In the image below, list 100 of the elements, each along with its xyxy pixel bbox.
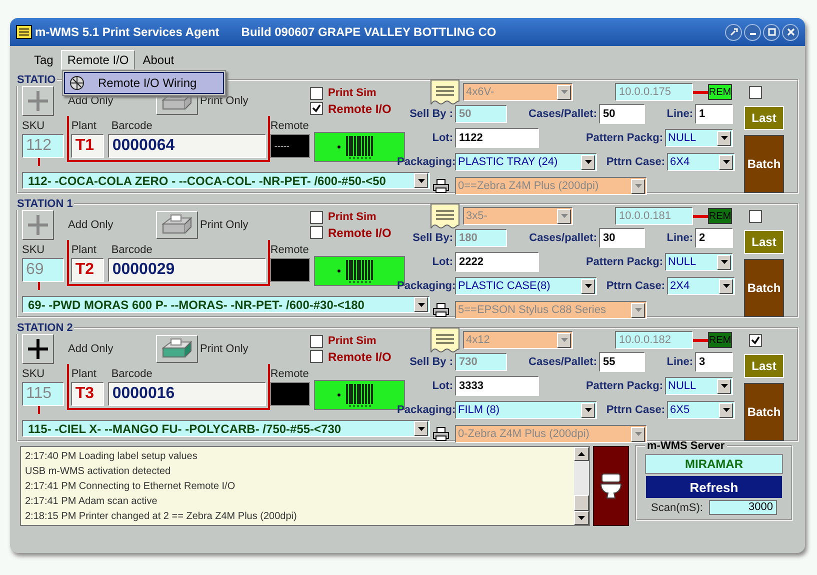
pttrn-case-label: Pttrn Case: [605, 280, 666, 292]
product-dropdown[interactable]: 69- -PWD MORAS 600 P- --MORAS- -NR-PET- /600-#30-<180 [22, 296, 430, 313]
packaging-dropdown[interactable]: PLASTIC CASE(8) [455, 277, 597, 295]
lot-field[interactable]: 3333 [455, 376, 539, 396]
plant-label: Plant [71, 120, 98, 134]
station-title: STATIO [16, 74, 57, 86]
menu-item[interactable]: Tag [28, 50, 60, 70]
line-field[interactable]: 3 [695, 352, 733, 372]
pttrn-case-dropdown[interactable]: 6X4 [667, 153, 735, 171]
log-line: 2:17:41 PM Adam scan active [25, 495, 158, 509]
last-button[interactable]: Last [744, 106, 784, 130]
scan-field[interactable]: 3000 [708, 500, 777, 515]
options-button[interactable] [725, 24, 742, 40]
last-button[interactable]: Last [744, 354, 784, 378]
menu-item[interactable]: About [136, 50, 180, 70]
print-button[interactable] [156, 211, 198, 239]
product-dropdown[interactable]: 112- -COCA-COLA ZERO - --COCA-COL- -NR-PET- /600-#50-<50 [22, 172, 430, 189]
print-only-label: Print Only [200, 95, 250, 107]
checkbox[interactable] [310, 210, 323, 224]
checkbox-label: Print Sim [328, 87, 376, 99]
line-field[interactable]: 2 [695, 228, 733, 248]
cases-pallet-field[interactable]: 50 [599, 104, 645, 124]
station-title: STATION 1 [16, 198, 74, 210]
scrollbar[interactable] [574, 447, 589, 525]
lot-field[interactable]: 2222 [455, 252, 539, 272]
remote-label: Remote [270, 120, 310, 134]
refresh-button[interactable]: Refresh [646, 476, 782, 498]
close-icon [786, 28, 794, 36]
batch-button[interactable]: Batch [744, 135, 784, 193]
label-icon [430, 327, 460, 353]
lot-field[interactable]: 1122 [455, 128, 539, 148]
minimize-button[interactable] [744, 24, 761, 40]
plant-field[interactable]: T3 [71, 382, 104, 406]
close-button[interactable] [782, 24, 799, 40]
log-line: USB m-WMS activation detected [25, 465, 172, 479]
print-button[interactable] [156, 335, 198, 363]
checkbox[interactable] [749, 210, 762, 222]
packaging-label: Packaging: [397, 404, 455, 416]
checkbox[interactable] [749, 334, 762, 346]
pattern-packg-dropdown[interactable]: NULL [665, 129, 733, 147]
plant-label: Plant [71, 244, 98, 258]
log-line: 2:17:40 PM Loading label setup values [25, 450, 198, 464]
menu-option[interactable]: Remote I/O Wiring [64, 72, 224, 94]
checkbox-label: Remote I/O [328, 226, 392, 240]
print-only-label: Print Only [200, 343, 250, 355]
pttrn-case-dropdown[interactable]: 2X4 [667, 277, 735, 295]
icon-button[interactable] [593, 446, 629, 526]
packaging-dropdown[interactable]: FILM (8) [455, 401, 597, 419]
maximize-button[interactable] [763, 24, 780, 40]
checkbox-label: Print Sim [328, 211, 376, 223]
scroll-thumb[interactable] [574, 495, 589, 511]
checkbox[interactable] [310, 226, 323, 239]
plant-field[interactable]: T1 [71, 134, 104, 158]
cases-pallet-label: Cases/Pallet: [528, 108, 598, 120]
last-button[interactable]: Last [744, 230, 784, 254]
remote-display: ----- [270, 134, 310, 158]
sell-by-label: Sell By : [408, 108, 454, 120]
check-icon [751, 336, 760, 344]
remote-label: Remote [270, 368, 310, 382]
packaging-dropdown[interactable]: PLASTIC TRAY (24) [455, 153, 597, 171]
pattern-packg-dropdown[interactable]: NULL [665, 253, 733, 271]
scan-label: Scan(mS): [651, 502, 703, 514]
plant-label: Plant [71, 368, 98, 382]
barcode-label: Barcode [111, 120, 152, 134]
checkbox[interactable] [310, 334, 323, 348]
checkbox[interactable] [310, 86, 323, 100]
pattern-packg-label: Pattern Packg: [584, 256, 664, 268]
log-line: 2:18:15 PM Printer changed at 2 == Zebra Z4M Plus (200dpi) [25, 510, 298, 524]
menu-item[interactable]: Remote I/O [61, 50, 135, 70]
plant-field[interactable]: T2 [71, 258, 104, 282]
lot-label: Lot: [431, 132, 454, 144]
pttrn-case-dropdown[interactable]: 6X5 [667, 401, 735, 419]
barcode-field[interactable]: 0000016 [108, 382, 266, 406]
checkbox[interactable] [310, 102, 323, 115]
barcode-field[interactable]: 0000029 [108, 258, 266, 282]
window-title: m-WMS 5.1 Print Services Agent [35, 25, 220, 39]
cases-pallet-field[interactable]: 30 [599, 228, 645, 248]
batch-button[interactable]: Batch [744, 383, 784, 441]
print-only-label: Print Only [200, 219, 250, 231]
remote-display [270, 382, 310, 406]
pttrn-case-label: Pttrn Case: [605, 404, 666, 416]
batch-button[interactable]: Batch [744, 259, 784, 317]
pattern-packg-dropdown[interactable]: NULL [665, 377, 733, 395]
scroll-down-icon [578, 516, 585, 520]
checkbox-label: Print Sim [328, 335, 376, 347]
add-only-label: Add Only [68, 95, 114, 107]
build-info: Build 090607 GRAPE VALLEY BOTTLING CO [241, 25, 496, 39]
cases-pallet-field[interactable]: 55 [599, 352, 645, 372]
product-dropdown[interactable]: 115- -CIEL X- --MANGO FU- -POLYCARB- /750-#55-<730 [22, 420, 430, 437]
checkbox[interactable] [310, 350, 323, 363]
line-field[interactable]: 1 [695, 104, 733, 124]
lot-label: Lot: [431, 380, 454, 392]
sku-label: SKU [22, 368, 46, 382]
pattern-packg-label: Pattern Packg: [584, 132, 664, 144]
maximize-icon [768, 28, 776, 36]
barcode-field[interactable]: 0000064 [108, 134, 266, 158]
printer-icon [433, 427, 449, 441]
line-label: Line: [666, 356, 694, 368]
add-button[interactable] [22, 334, 54, 364]
checkbox[interactable] [749, 86, 762, 98]
